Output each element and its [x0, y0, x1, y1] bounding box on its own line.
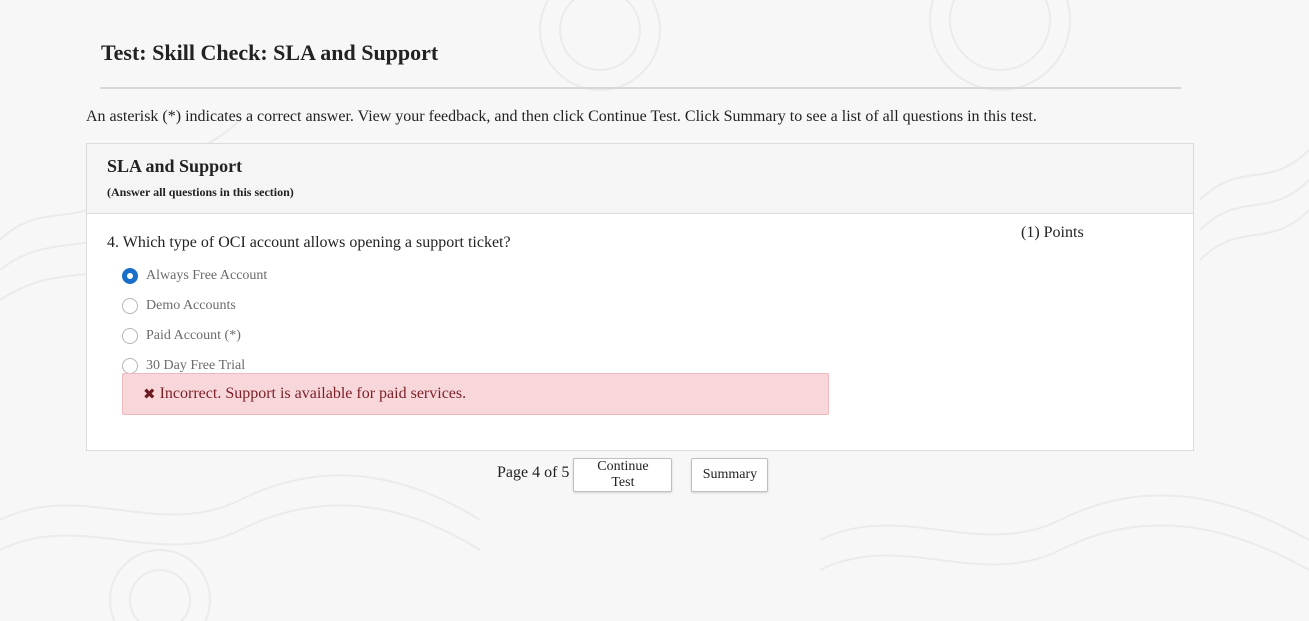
answer-options: Always Free Account Demo Accounts Paid A…: [122, 261, 267, 381]
summary-button[interactable]: Summary: [691, 458, 769, 492]
section-header: SLA and Support (Answer all questions in…: [87, 144, 1193, 214]
answer-option-label[interactable]: Paid Account (*): [146, 328, 241, 344]
radio-button[interactable]: [122, 358, 138, 374]
section-panel: SLA and Support (Answer all questions in…: [86, 143, 1194, 451]
section-title: SLA and Support: [107, 156, 243, 176]
instructions-text: An asterisk (*) indicates a correct answ…: [86, 108, 1037, 125]
page-title: Test: Skill Check: SLA and Support: [101, 40, 439, 65]
radio-button[interactable]: [122, 328, 138, 344]
section-subtitle: (Answer all questions in this section): [107, 185, 294, 199]
radio-button-selected[interactable]: [122, 268, 138, 284]
question-points: (1) Points: [1021, 224, 1084, 241]
continue-test-button[interactable]: Continue Test: [573, 458, 673, 492]
answer-option[interactable]: Paid Account (*): [122, 321, 267, 351]
feedback-text: Incorrect. Support is available for paid…: [159, 385, 467, 402]
answer-option[interactable]: Always Free Account: [122, 261, 267, 291]
radio-button[interactable]: [122, 298, 138, 314]
answer-option[interactable]: Demo Accounts: [122, 291, 267, 321]
page-indicator: Page 4 of 5: [497, 464, 570, 481]
question-text: 4. Which type of OCI account allows open…: [107, 234, 511, 251]
answer-option-label[interactable]: 30 Day Free Trial: [146, 358, 245, 374]
x-icon: ✖: [143, 385, 156, 403]
title-divider: [100, 87, 1181, 89]
answer-option-label[interactable]: Always Free Account: [146, 268, 267, 284]
pagination: Page 4 of 5 Continue Test Summary: [497, 458, 769, 492]
answer-option-label[interactable]: Demo Accounts: [146, 298, 236, 314]
feedback-alert: ✖ Incorrect. Support is available for pa…: [122, 373, 829, 415]
